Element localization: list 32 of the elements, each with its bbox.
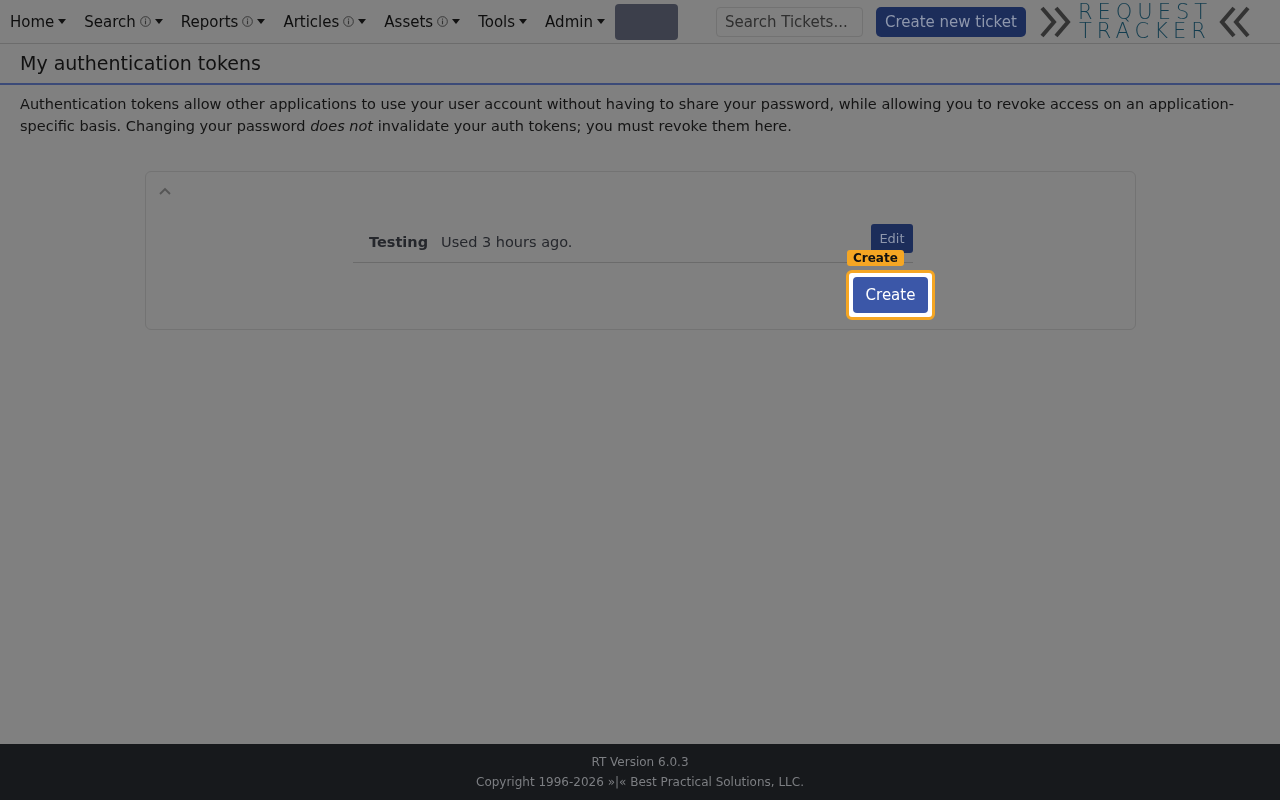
info-icon	[343, 16, 355, 27]
caret-icon	[154, 19, 163, 24]
caret-icon	[596, 19, 605, 24]
create-button[interactable]: Create	[853, 277, 928, 313]
menu-item[interactable]: Assets	[384, 12, 461, 31]
create-ticket-button[interactable]: Create new ticket	[875, 6, 1026, 37]
caret-icon	[358, 19, 367, 24]
search-field[interactable]: Search Tickets...	[715, 6, 863, 37]
info-icon	[437, 16, 449, 27]
menu-item[interactable]: Articles	[283, 12, 367, 31]
logo-text: REQUEST TRACKER	[1077, 2, 1213, 41]
menu-button[interactable]	[614, 3, 678, 40]
highlight-tag: Create	[847, 250, 904, 266]
menu-item[interactable]: Tools	[478, 12, 528, 31]
caret-icon	[452, 19, 461, 24]
description: Authentication tokens allow other applications to use your user account without having to share your password, while allowing you to revoke access on an application-specific basis. Changing your password does not invalidate your auth tokens; you must revoke them here.	[20, 95, 1235, 136]
menu-item[interactable]: Reports	[180, 12, 266, 31]
caret-icon	[58, 19, 67, 24]
info-icon	[139, 16, 151, 27]
token-name: Testing	[369, 234, 429, 250]
collapse-icon[interactable]	[159, 187, 171, 195]
caret-icon	[257, 19, 266, 24]
page-title: My authentication tokens	[20, 52, 262, 74]
version-text: RT Version 6.0.3	[591, 755, 689, 769]
info-icon	[242, 16, 254, 27]
menu-item[interactable]: Search	[84, 12, 163, 31]
menu-item[interactable]: Admin	[545, 12, 605, 31]
edit-button[interactable]: Edit	[871, 224, 913, 253]
token-usage: Used 3 hours ago.	[441, 234, 573, 250]
copyright-text: Copyright 1996-2026 »|« Best Practical Solutions, LLC.	[476, 775, 804, 789]
caret-icon	[519, 19, 528, 24]
menu-item[interactable]: Home	[10, 12, 67, 31]
